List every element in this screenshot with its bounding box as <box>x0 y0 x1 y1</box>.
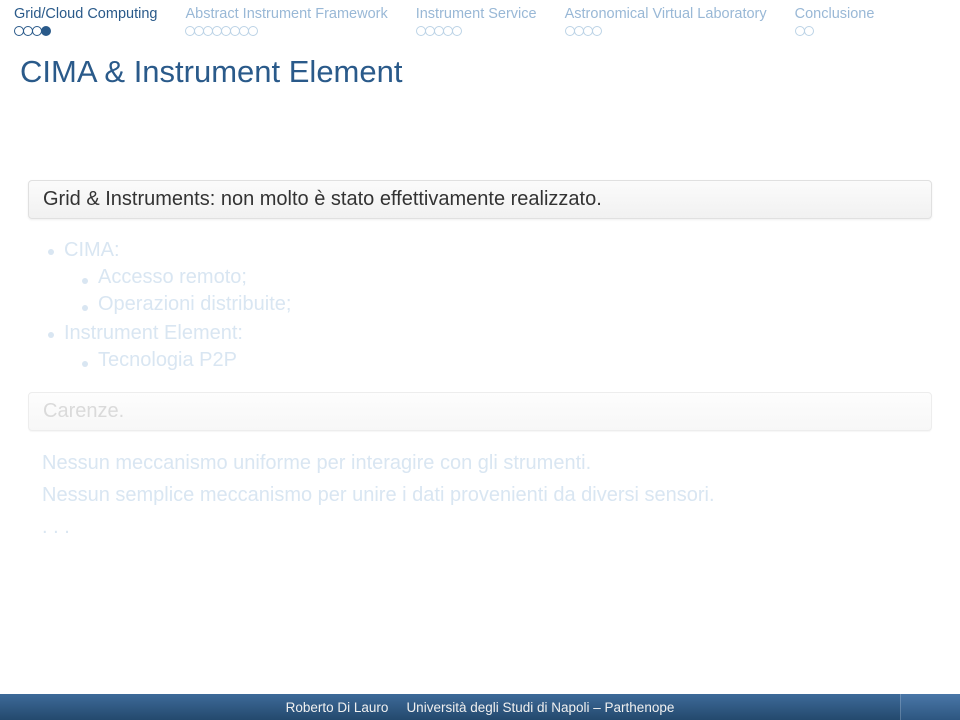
block2-body: Nessun meccanismo uniforme per interagir… <box>28 441 932 543</box>
footer-author: Roberto Di Lauro <box>286 700 389 715</box>
footer: Roberto Di Lauro Università degli Studi … <box>0 694 960 720</box>
nav-progress <box>185 26 387 36</box>
body-line: . . . <box>42 511 918 543</box>
nav-label: Abstract Instrument Framework <box>185 6 387 22</box>
nav-section[interactable]: Abstract Instrument Framework <box>185 6 387 36</box>
slide-title: CIMA & Instrument Element <box>0 36 960 90</box>
nav-section[interactable]: Instrument Service <box>416 6 537 36</box>
list-item: Tecnologia P2P <box>42 347 918 374</box>
nav-progress <box>416 26 537 36</box>
block2-title: Carenze. <box>28 392 932 431</box>
footer-institution: Università degli Studi di Napoli – Parth… <box>406 700 674 715</box>
progress-dot[interactable] <box>248 26 258 36</box>
nav-label: Grid/Cloud Computing <box>14 6 157 22</box>
nav-label: Conclusione <box>795 6 875 22</box>
progress-dot[interactable] <box>592 26 602 36</box>
body-line: Nessun semplice meccanismo per unire i d… <box>42 479 918 511</box>
nav-section[interactable]: Astronomical Virtual Laboratory <box>565 6 767 36</box>
footer-nav-box[interactable] <box>900 694 960 720</box>
nav-label: Astronomical Virtual Laboratory <box>565 6 767 22</box>
progress-dot[interactable] <box>804 26 814 36</box>
list-item: Instrument Element: <box>42 318 918 347</box>
block1-title: Grid & Instruments: non molto è stato ef… <box>28 180 932 219</box>
faded-list: CIMA: Accesso remoto; Operazioni distrib… <box>28 229 932 392</box>
list-item: Operazioni distribuite; <box>42 291 918 318</box>
nav-progress <box>565 26 767 36</box>
nav-section[interactable]: Conclusione <box>795 6 875 36</box>
section-nav: Grid/Cloud Computing Abstract Instrument … <box>0 0 960 36</box>
list-item: CIMA: <box>42 235 918 264</box>
nav-progress <box>795 26 875 36</box>
list-item: Accesso remoto; <box>42 264 918 291</box>
nav-label: Instrument Service <box>416 6 537 22</box>
nav-progress <box>14 26 157 36</box>
slide-content: Grid & Instruments: non molto è stato ef… <box>0 90 960 543</box>
nav-section[interactable]: Grid/Cloud Computing <box>14 6 157 36</box>
progress-dot[interactable] <box>452 26 462 36</box>
progress-dot[interactable] <box>41 26 51 36</box>
body-line: Nessun meccanismo uniforme per interagir… <box>42 447 918 479</box>
